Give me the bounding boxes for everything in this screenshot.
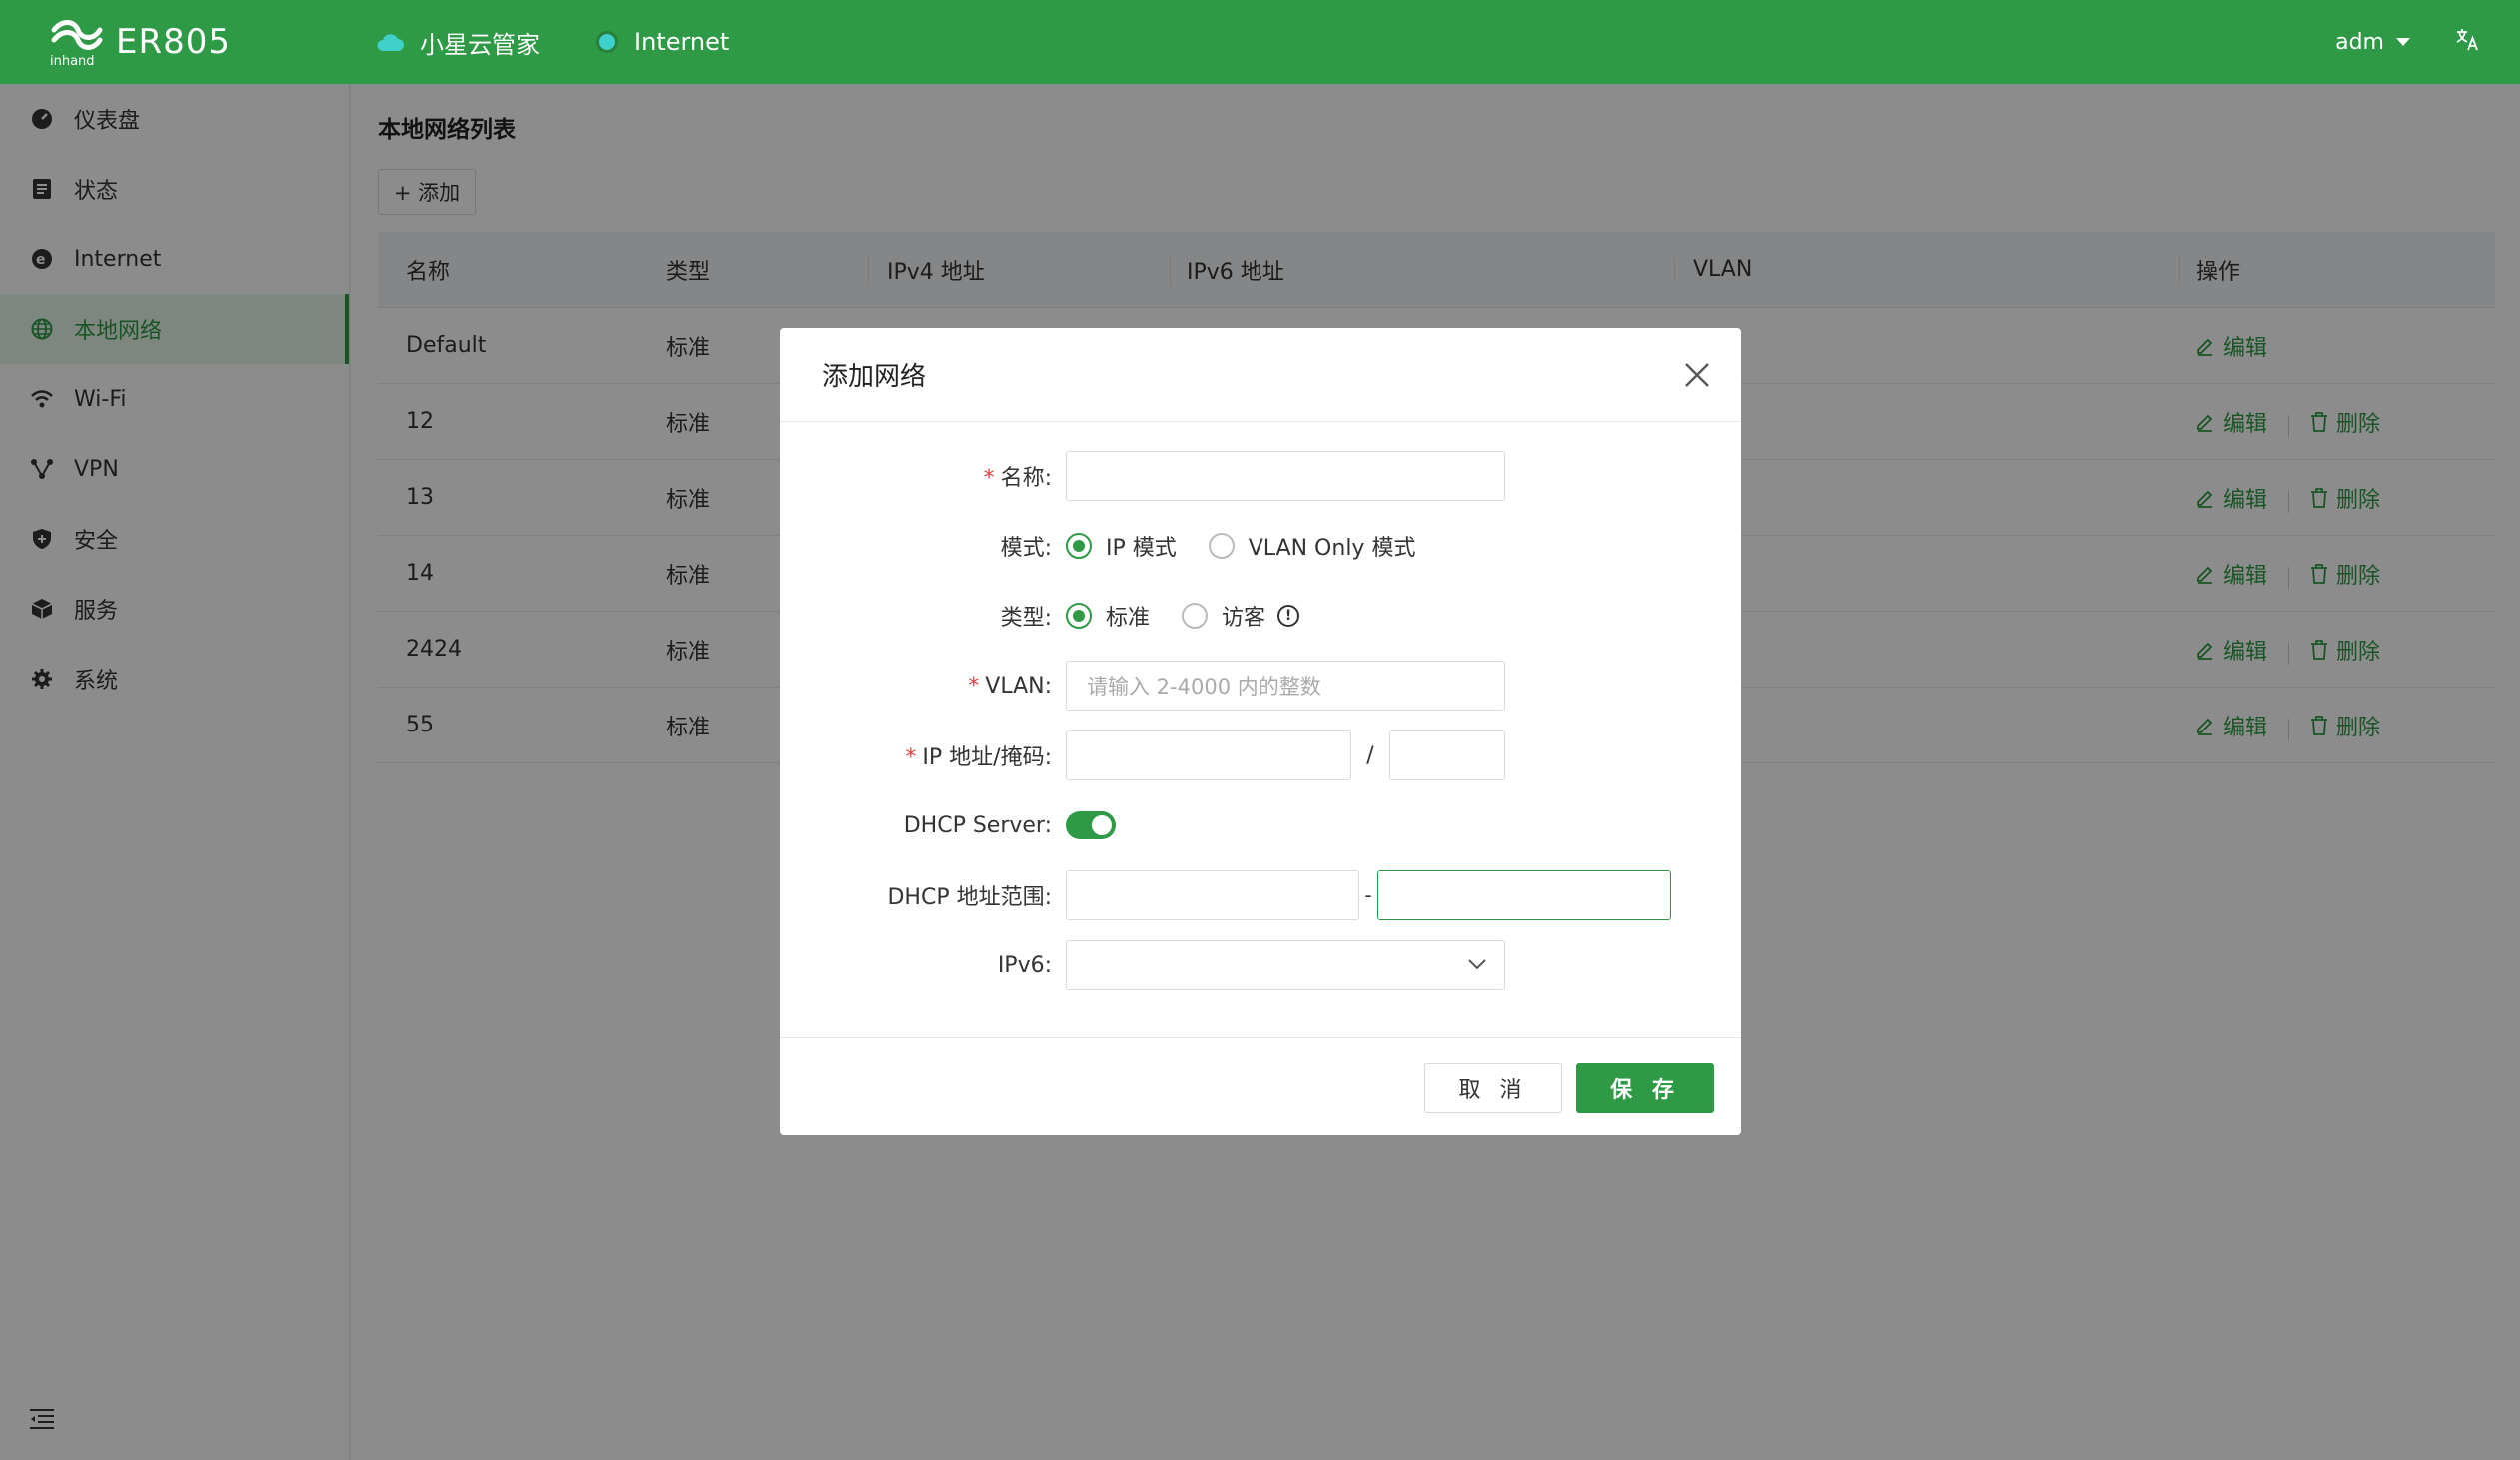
ip-label-wrap: * IP 地址/掩码: bbox=[780, 739, 1066, 771]
inhand-logo-icon: inhand bbox=[44, 16, 108, 69]
header-nav-internet[interactable]: Internet bbox=[596, 0, 729, 84]
required-mark: * bbox=[983, 466, 995, 491]
ipv6-label: IPv6: bbox=[997, 952, 1052, 978]
ipv6-select[interactable] bbox=[1066, 940, 1505, 990]
form-row-mode: 模式: IP 模式 VLAN Only 模式 bbox=[780, 521, 1741, 571]
mode-label: 模式: bbox=[1000, 536, 1052, 561]
cloud-icon bbox=[377, 34, 404, 51]
user-menu[interactable]: adm bbox=[2335, 30, 2384, 55]
mask-input[interactable] bbox=[1389, 730, 1505, 780]
type-label: 类型: bbox=[1000, 606, 1052, 631]
form-row-dhcp-range: DHCP 地址范围: - bbox=[780, 870, 1741, 920]
mode-ip-radio[interactable]: IP 模式 bbox=[1066, 530, 1177, 562]
name-label: 名称: bbox=[1000, 466, 1052, 491]
dhcp-range-separator: - bbox=[1364, 883, 1372, 907]
product-name: ER805 bbox=[116, 22, 232, 62]
vlan-label-wrap: * VLAN: bbox=[780, 674, 1066, 699]
form-row-dhcp-server: DHCP Server: bbox=[780, 800, 1741, 850]
radio-label: 标准 bbox=[1106, 606, 1151, 631]
header-nav-cloud[interactable]: 小星云管家 bbox=[376, 0, 540, 84]
mode-vlan-only-radio[interactable]: VLAN Only 模式 bbox=[1208, 530, 1416, 562]
dialog-footer: 取 消 保 存 bbox=[780, 1037, 1741, 1135]
form-row-name: * 名称: bbox=[780, 451, 1741, 501]
vlan-input[interactable]: 请输入 2-4000 内的整数 bbox=[1066, 661, 1505, 711]
name-label-wrap: * 名称: bbox=[780, 460, 1066, 492]
translate-glyph-icon bbox=[2456, 29, 2478, 51]
dialog-header: 添加网络 bbox=[780, 328, 1741, 422]
translate-icon[interactable] bbox=[2454, 26, 2480, 58]
required-mark: * bbox=[968, 673, 980, 699]
header-nav-label: 小星云管家 bbox=[420, 30, 540, 59]
form-row-ipv6: IPv6: bbox=[780, 940, 1741, 990]
header-nav-label: Internet bbox=[634, 28, 730, 56]
dhcp-range-label: DHCP 地址范围: bbox=[887, 885, 1052, 910]
name-input[interactable] bbox=[1066, 451, 1505, 501]
top-header: inhand ER805 小星云管家 Internet adm bbox=[0, 0, 2520, 84]
radio-checked-icon bbox=[1066, 603, 1092, 629]
svg-text:inhand: inhand bbox=[50, 54, 95, 68]
radio-unchecked-icon bbox=[1208, 533, 1235, 559]
required-mark: * bbox=[905, 745, 917, 770]
info-icon[interactable]: ! bbox=[1277, 605, 1300, 627]
status-dot-icon bbox=[596, 31, 618, 53]
add-network-dialog: 添加网络 * 名称: 模式: IP 模式 VLAN Only 模式 类型: 标准 … bbox=[780, 328, 1741, 1135]
form-row-type: 类型: 标准 访客 ! bbox=[780, 591, 1741, 641]
brand-logo: inhand ER805 bbox=[44, 16, 232, 69]
vlan-label: VLAN: bbox=[985, 673, 1052, 699]
form-row-vlan: * VLAN: 请输入 2-4000 内的整数 bbox=[780, 661, 1741, 711]
ip-label: IP 地址/掩码: bbox=[922, 745, 1052, 770]
type-guest-radio[interactable]: 访客 bbox=[1182, 600, 1265, 632]
dialog-title: 添加网络 bbox=[822, 362, 927, 392]
radio-label: VLAN Only 模式 bbox=[1248, 536, 1416, 561]
radio-unchecked-icon bbox=[1182, 603, 1209, 629]
dhcp-range-end-input[interactable] bbox=[1377, 870, 1671, 920]
ip-address-input[interactable] bbox=[1066, 730, 1351, 780]
ip-mask-separator: / bbox=[1366, 742, 1374, 768]
dhcp-server-label: DHCP Server: bbox=[903, 812, 1052, 838]
dhcp-server-toggle[interactable] bbox=[1066, 811, 1116, 839]
cancel-button[interactable]: 取 消 bbox=[1424, 1063, 1562, 1113]
dhcp-range-start-input[interactable] bbox=[1066, 870, 1359, 920]
radio-label: IP 模式 bbox=[1106, 536, 1177, 561]
header-right: adm bbox=[2335, 0, 2480, 84]
form-row-ip: * IP 地址/掩码: / bbox=[780, 730, 1741, 780]
save-button[interactable]: 保 存 bbox=[1576, 1063, 1714, 1113]
radio-checked-icon bbox=[1066, 533, 1092, 559]
type-standard-radio[interactable]: 标准 bbox=[1066, 600, 1150, 632]
close-icon[interactable] bbox=[1683, 361, 1711, 389]
chevron-down-icon bbox=[1468, 959, 1486, 970]
radio-label: 访客 bbox=[1222, 606, 1266, 631]
caret-down-icon[interactable] bbox=[2396, 38, 2410, 46]
